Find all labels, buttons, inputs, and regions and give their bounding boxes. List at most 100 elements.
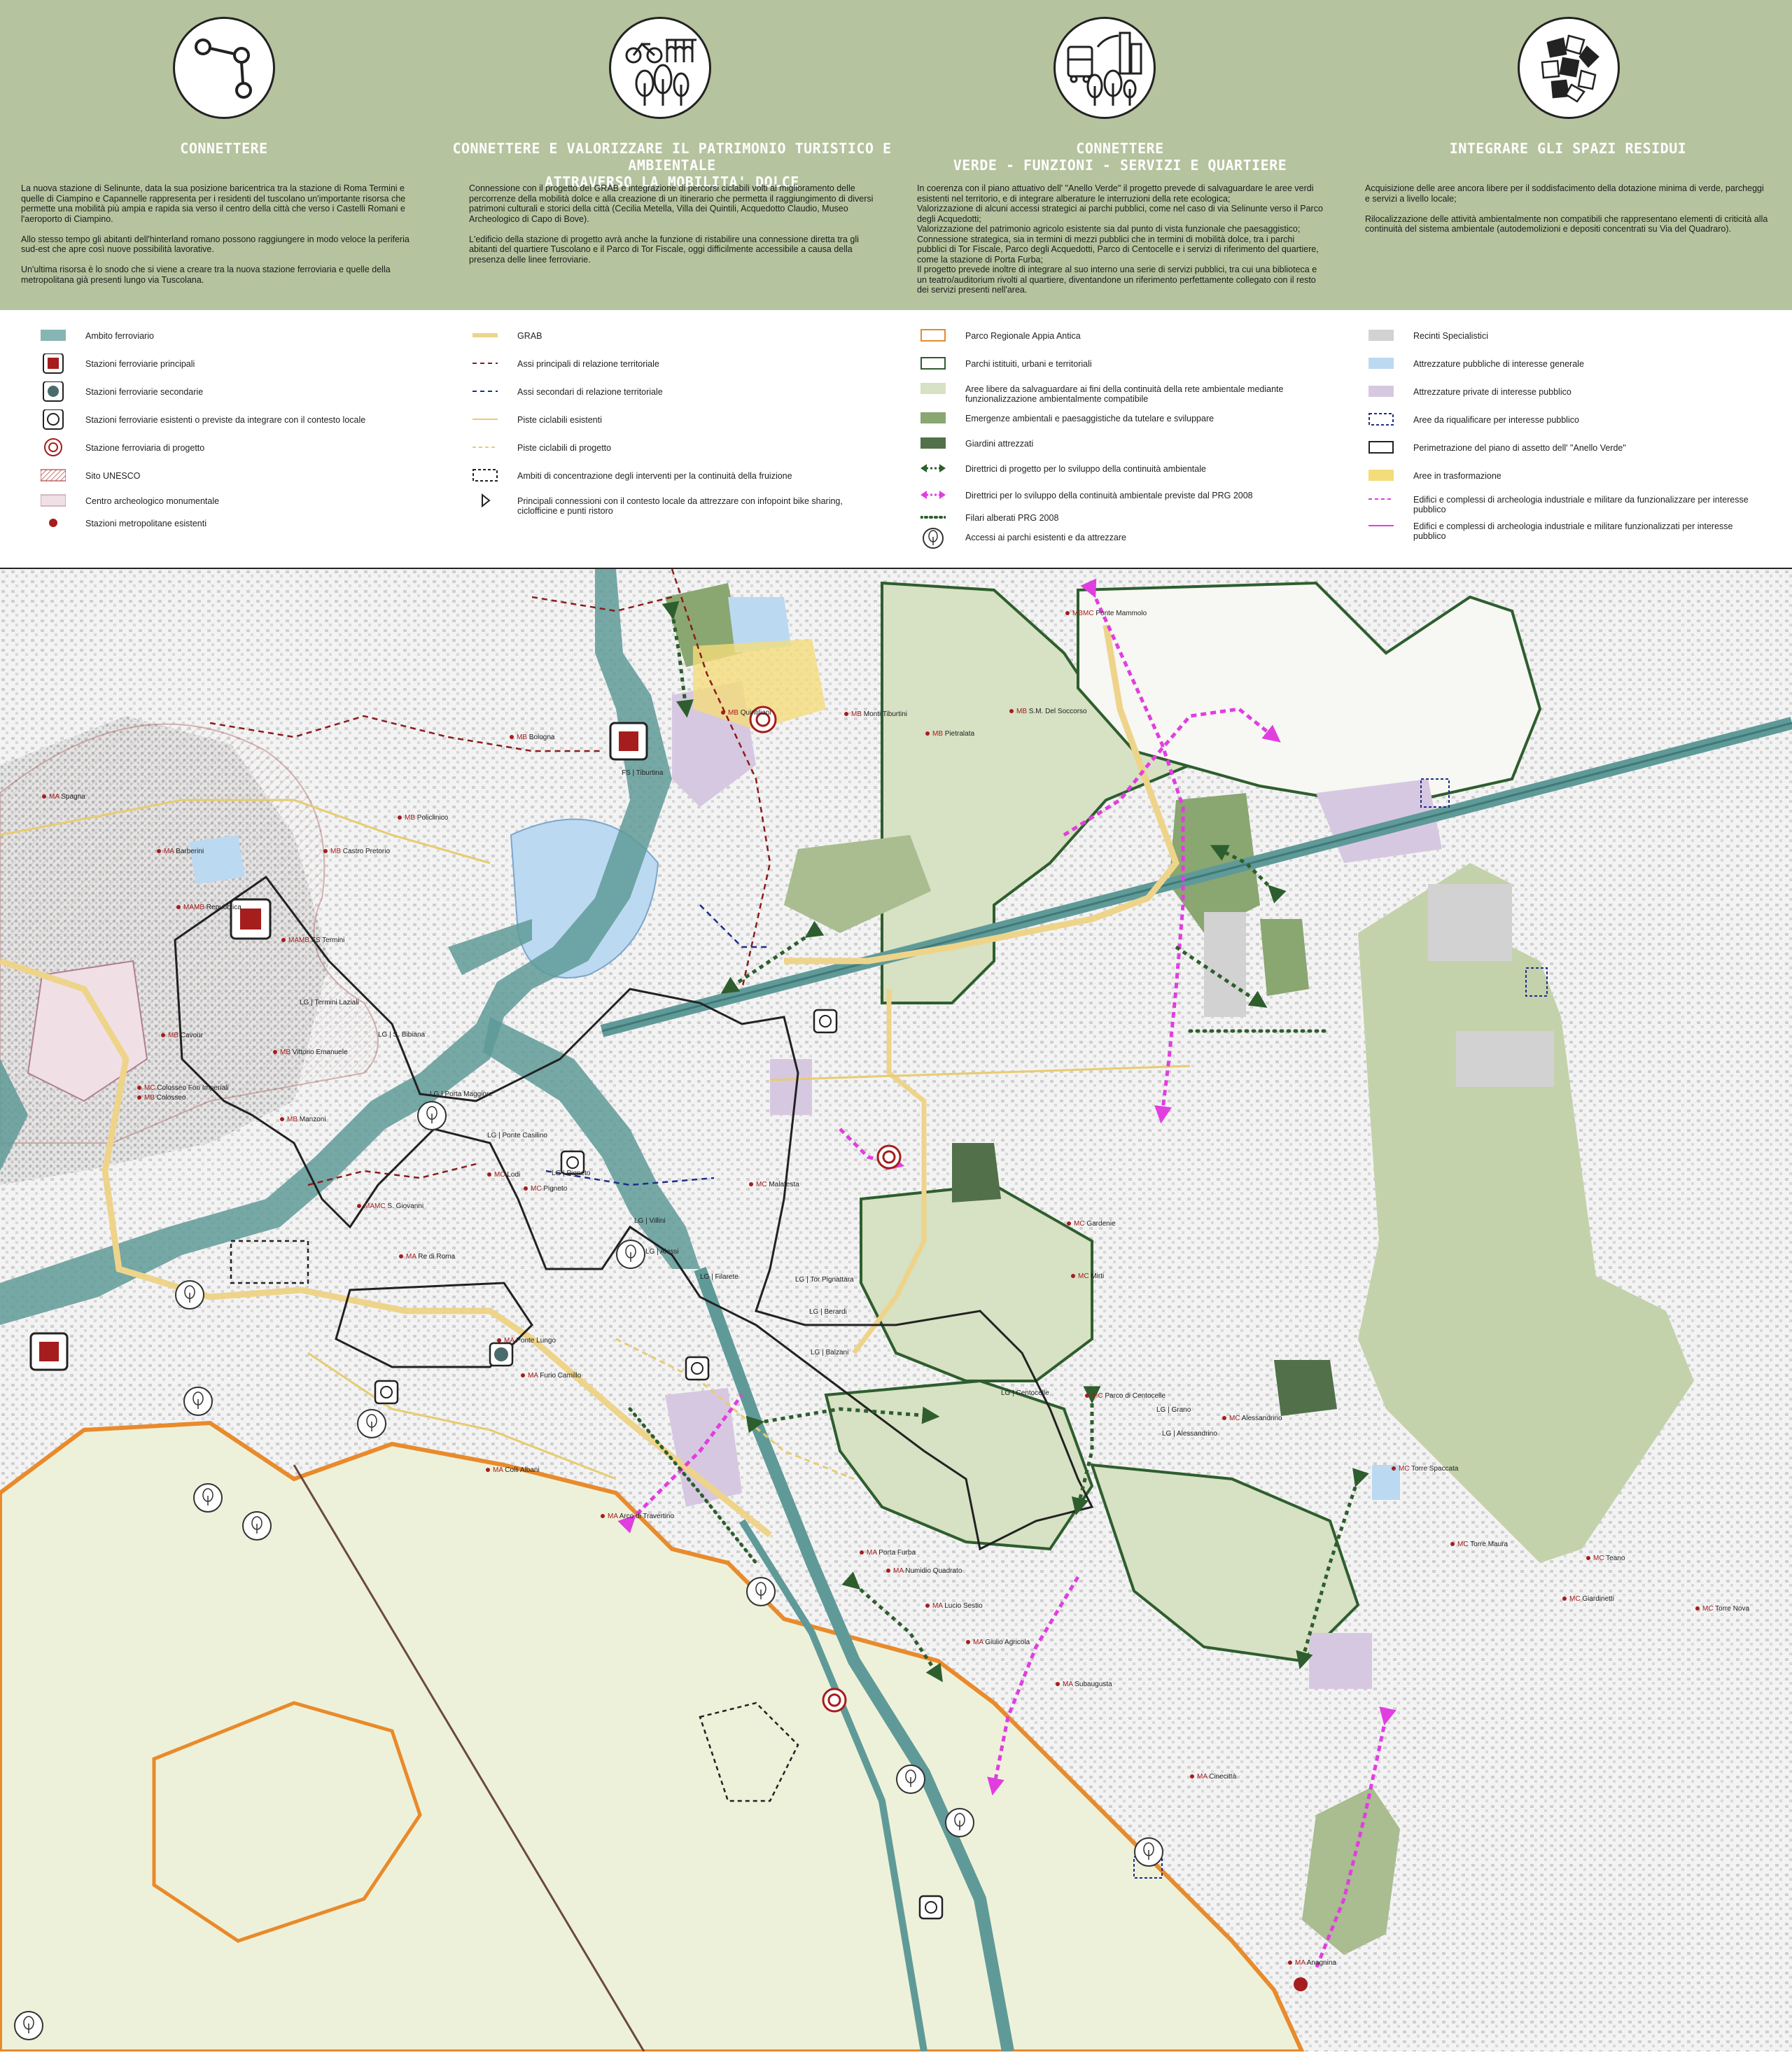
park-access-tree-icon[interactable] [616,1240,645,1269]
metro-line-code: MB [330,848,343,855]
park-access-tree-icon[interactable] [746,1577,776,1606]
legend-label: Piste ciclabili esistenti [517,415,602,425]
private-facility [770,1059,812,1115]
existing-station-icon[interactable] [374,1380,399,1405]
fragments-icon [1518,17,1620,119]
project-bike-lane-swatch [472,437,498,458]
metro-station-label: MA Anagnina [1288,1959,1336,1967]
park-access-tree-icon[interactable] [14,2011,43,2040]
metro-station-name: Barberini [176,848,204,855]
main-axis-swatch [472,353,498,374]
metro-line-code: MA [504,1337,517,1345]
legend-label: Assi principali di relazione territorial… [517,359,659,369]
metro-station-label: MA Subaugusta [1056,1681,1112,1688]
secondary-station-icon[interactable] [489,1342,514,1367]
metro-dot-icon [398,815,402,820]
metro-line-code: MC [756,1181,769,1188]
metro-station-label: MAMB FS Termini [281,937,344,944]
metro-dot-icon [966,1640,970,1645]
metro-line-code: MC [1593,1555,1606,1562]
park-access-tree-icon[interactable] [896,1765,925,1794]
rail-line-code: LG | [1162,1430,1177,1438]
metro-dot-icon [1056,1682,1060,1687]
metro-station-name: S.M. Del Soccorso [1028,708,1087,715]
metro-dot-icon [521,1373,525,1378]
legend-label: Stazioni ferroviarie principali [85,359,195,369]
project-station-icon[interactable] [822,1688,847,1713]
metro-line-code: MA [528,1372,540,1380]
specialist-enclosure [1428,884,1512,961]
metro-line-code: MC [1569,1595,1583,1603]
tree-access-icon [920,527,946,549]
existing-station-icon [41,409,66,430]
metro-station-label: MC Colosseo Fori Imperiali [137,1084,229,1092]
header-panel: CONNETTERE La nuova stazione di Selinunt… [0,0,1792,310]
metro-station-label: MB Pietralata [925,730,974,738]
rail-line-code: LG | [430,1090,445,1098]
existing-station-icon[interactable] [685,1356,710,1381]
park-access-tree-icon[interactable] [1134,1837,1163,1867]
bike-lane-swatch [472,409,498,430]
metro-station-label: MA Porta Furba [860,1549,916,1557]
metro-station-name: Colosseo [156,1094,186,1102]
rail-line-code: FS | [622,769,636,777]
requalify-areas-swatch [1368,409,1394,430]
environmental-emergencies-swatch [920,408,946,429]
metro-station-name: Porta Furba [878,1549,916,1557]
metro-line-code: MB [851,710,864,718]
industrial-heritage-dashed-swatch [1368,489,1394,510]
metro-line-code: MB [932,730,945,738]
metro-line-code: MB [405,814,417,822]
park-access-tree-icon[interactable] [183,1387,213,1416]
map[interactable]: MB Bologna MA Spagna MA Barberini MB Policl… [0,568,1792,2054]
legend-label: Perimetrazione del piano di assetto dell… [1413,443,1626,453]
legend-label: Giardini attrezzati [965,439,1034,449]
existing-station-icon[interactable] [813,1009,838,1034]
legend-label: Edifici e complessi di archeologia indus… [1413,521,1733,541]
park-access-tree-icon[interactable] [193,1483,223,1513]
park-access-tree-icon[interactable] [242,1511,272,1541]
equipped-garden [952,1143,1001,1202]
park-access-tree-icon[interactable] [945,1808,974,1837]
park-access-tree-icon[interactable] [175,1280,204,1310]
rail-line-code: LG | [811,1349,826,1356]
metro-station-name: Repubblica [206,904,241,911]
metro-station-label: MA Arco di Travertino [601,1513,674,1520]
legend-label: Stazioni ferroviarie esistenti o previst… [85,415,366,425]
metro-line-code: MC [531,1185,544,1193]
metro-line-code: MB [144,1094,157,1102]
metro-line-code: MC [1074,1220,1087,1228]
rail-stop-name: Berardi [824,1308,847,1316]
main-station-icon[interactable] [609,722,648,761]
park-access-tree-icon[interactable] [357,1409,386,1438]
legend-label: GRAB [517,331,542,341]
metro-line-code: MBMC [1072,610,1096,617]
metro-line-code: MC [1229,1415,1242,1422]
metro-station-label: MA Cinecittà [1190,1773,1236,1781]
rail-stop-name: Alessandrino [1176,1430,1217,1438]
column-text: La nuova stazione di Selinunte, data la … [21,183,410,285]
specialist-enclosure [1456,1031,1554,1087]
metro-line-code: MA [608,1513,620,1520]
metro-station-label: MB Bologna [510,734,554,741]
legend-label: Attrezzature pubbliche di interesse gene… [1413,359,1584,369]
private-facilities-swatch [1368,381,1394,402]
main-station-icon[interactable] [29,1332,69,1371]
park-access-tree-icon[interactable] [417,1101,447,1130]
metro-dot-icon [273,1050,277,1055]
existing-station-icon[interactable] [918,1895,944,1920]
rail-stop-label: LG | S. Bibiana [378,1031,425,1039]
rail-stop-label: LG | Porta Maggiore [430,1090,493,1098]
column-text: Connessione con il progetto del GRAB e i… [469,183,874,265]
metro-station-name: Vittorio Emanuele [292,1048,348,1056]
green-patch [1260,919,1309,996]
rail-stop-name: Grano [1171,1406,1191,1414]
metro-dot-icon [161,1033,165,1038]
metro-station-name: Pietralata [944,730,975,738]
metro-station-name: Colosseo Fori Imperiali [157,1084,229,1092]
metro-line-code: MA [932,1602,945,1610]
legend-label: Aree in trasformazione [1413,471,1502,481]
metro-station-label: MC Pigneto [524,1185,567,1193]
project-station-icon[interactable] [876,1144,902,1170]
legend-label: Stazioni ferroviarie secondarie [85,387,204,397]
